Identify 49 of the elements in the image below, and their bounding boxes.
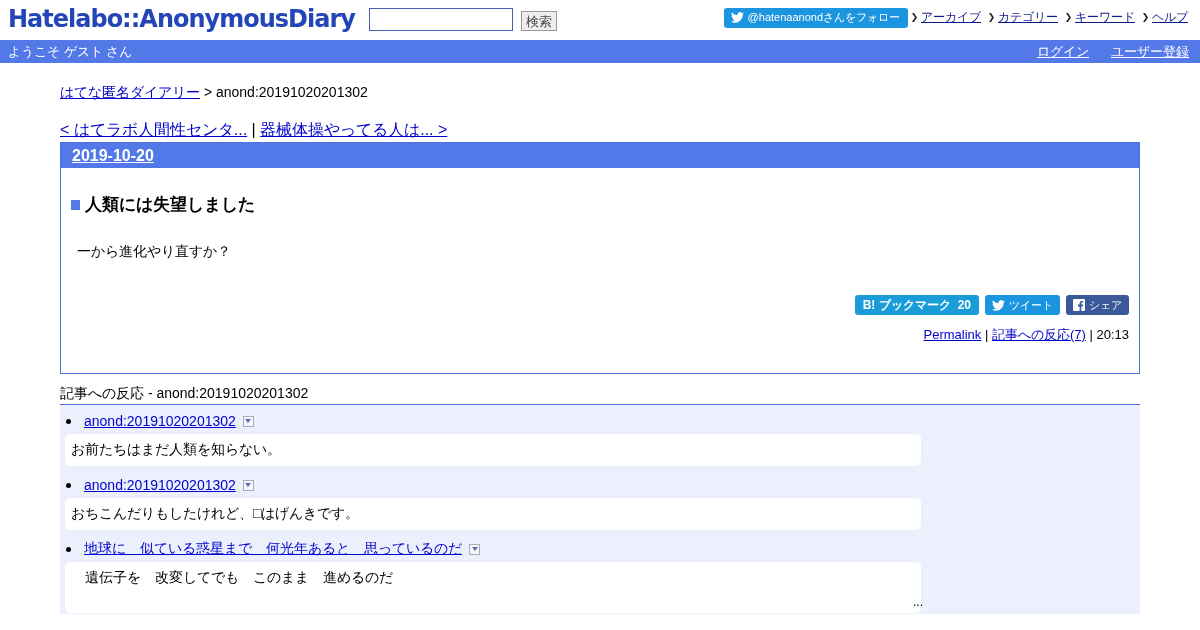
breadcrumb-current: anond:20191020201302 — [215, 84, 368, 100]
previous-entry-link[interactable]: < はてラボ人間性センタ... — [60, 121, 248, 138]
footer-separator: | — [1089, 327, 1093, 342]
nav-link[interactable]: キーワード — [1075, 9, 1135, 26]
arrow-icon — [989, 13, 995, 22]
reaction-excerpt: おちこんだりもしたけれど、□はげんきです。 — [71, 505, 360, 521]
pager-separator: | — [251, 121, 256, 138]
bullet-icon — [66, 418, 71, 424]
bullet-icon — [66, 482, 71, 488]
reaction-excerpt: 遺伝子を 改変してでも このまま 進めるのだ — [84, 569, 393, 585]
permalink[interactable]: Permalink — [923, 327, 982, 342]
welcome-text: ようこそ ゲスト さん — [8, 42, 133, 61]
bullet-icon — [66, 546, 71, 552]
breadcrumb-link[interactable]: はてな匿名ダイアリー — [60, 84, 200, 100]
next-entry-link[interactable]: 器械体操やってる人は... > — [260, 121, 448, 138]
search-button[interactable]: 検索 — [520, 10, 557, 31]
reaction-link[interactable]: anond:20191020201302 — [84, 477, 236, 493]
search-field[interactable] — [368, 8, 513, 31]
square-icon[interactable] — [71, 199, 80, 210]
reaction-excerpt: お前たちはまだ人類を知らない。 — [71, 441, 281, 457]
arrow-icon — [1066, 13, 1072, 22]
bird-icon — [730, 12, 744, 23]
entry-body: 一から進化やり直すか？ — [77, 243, 232, 261]
entry-time: 20:13 — [1096, 327, 1129, 342]
caret-icon — [245, 483, 252, 487]
bird-icon — [992, 299, 1005, 311]
entry-title: 人類には失望しました — [85, 194, 255, 216]
reactions-link[interactable]: 記事への反応(7) — [991, 327, 1086, 342]
account-link[interactable]: ログイン — [1037, 43, 1089, 59]
more-indicator: ... — [913, 595, 923, 609]
share-button[interactable]: シェア — [1066, 295, 1129, 315]
date-link[interactable]: 2019-10-20 — [72, 146, 154, 165]
dropdown-button[interactable] — [469, 543, 480, 555]
site-logo[interactable]: Hatelabo::AnonymousDiary — [8, 5, 355, 33]
account-link[interactable]: ユーザー登録 — [1111, 43, 1189, 59]
arrow-icon — [1143, 13, 1149, 22]
caret-icon — [471, 547, 478, 551]
breadcrumb-separator: > — [203, 84, 213, 100]
nav-link[interactable]: カテゴリー — [998, 9, 1058, 26]
reaction-link[interactable]: 地球に 似ている惑星まで 何光年あると 思っているのだ — [84, 540, 462, 558]
footer-separator: | — [984, 327, 989, 342]
arrow-icon — [912, 13, 918, 22]
reaction-link[interactable]: anond:20191020201302 — [84, 413, 236, 429]
nav-link[interactable]: アーカイブ — [921, 9, 981, 26]
nav-link[interactable]: ヘルプ — [1152, 9, 1188, 26]
dropdown-button[interactable] — [242, 479, 254, 491]
caret-icon — [245, 419, 252, 423]
dropdown-button[interactable] — [242, 415, 254, 427]
facebook-icon — [1073, 299, 1085, 311]
